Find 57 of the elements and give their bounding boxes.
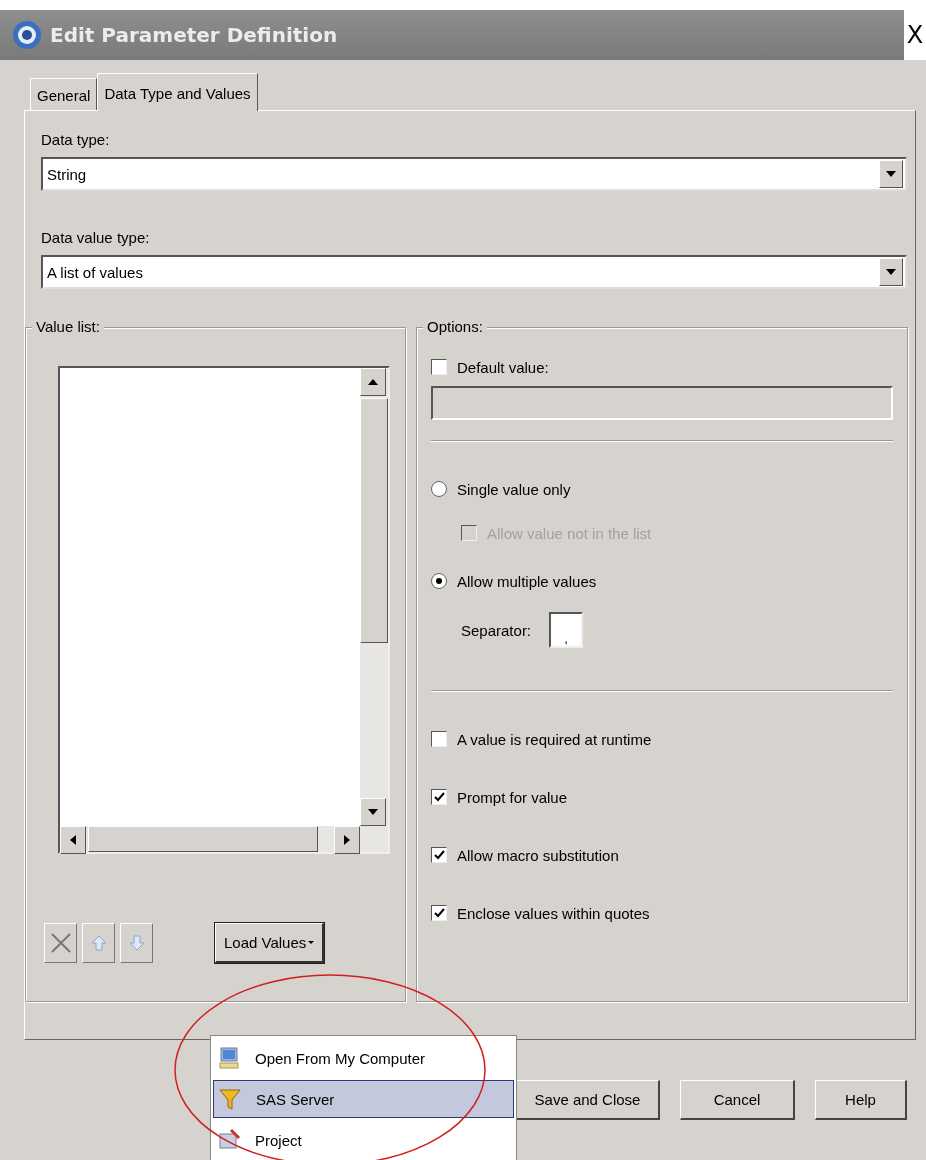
dialog-button[interactable]: Help: [815, 1080, 907, 1120]
delete-icon: [48, 931, 73, 955]
separator-label: Separator:: [461, 621, 532, 639]
check-icon: [433, 850, 445, 860]
computer-icon: [217, 1046, 241, 1070]
dropdown-arrow-icon: [885, 170, 897, 178]
load-values-button[interactable]: Load Values: [215, 923, 325, 963]
check-icon: [433, 908, 445, 918]
checkbox[interactable]: [431, 359, 447, 375]
radio-button[interactable]: [431, 573, 447, 589]
check-icon: [433, 792, 445, 802]
move-down-button[interactable]: [120, 923, 153, 963]
field-label: Data value type:: [41, 229, 151, 248]
down-arrow-icon: [128, 935, 145, 951]
checkbox-label: A value is required at runtime: [457, 730, 652, 748]
scroll-up-icon: [367, 378, 379, 386]
checkbox-label: Prompt for value: [457, 788, 568, 806]
group-label: Value list:: [32, 318, 104, 335]
vertical-scrollbar[interactable]: [360, 368, 388, 826]
radio-label: Single value only: [457, 480, 571, 498]
separator-field[interactable]: ,: [549, 612, 584, 648]
tab[interactable]: General: [30, 78, 98, 110]
checkbox-label: Allow macro substitution: [457, 846, 619, 864]
checkbox-label: Enclose values within quotes: [457, 904, 650, 922]
dropdown[interactable]: String: [41, 157, 907, 191]
menu-item[interactable]: SAS Server: [213, 1080, 514, 1118]
up-arrow-icon: [90, 935, 107, 951]
checkbox[interactable]: [431, 789, 447, 805]
menu-item[interactable]: Open From My Computer: [213, 1039, 514, 1077]
checkbox[interactable]: [431, 847, 447, 863]
window-title: Edit Parameter Definition: [50, 23, 339, 47]
dropdown-arrow-icon: [885, 268, 897, 276]
scroll-left-icon: [69, 834, 77, 846]
dialog-button[interactable]: Save and Close: [516, 1080, 660, 1120]
horizontal-scrollbar[interactable]: [60, 826, 388, 852]
close-button[interactable]: X: [904, 10, 926, 60]
checkbox-label: Default value:: [457, 358, 549, 376]
group-label: Options:: [423, 318, 487, 335]
radio-label: Allow multiple values: [457, 572, 597, 590]
menu-item[interactable]: Project: [213, 1121, 514, 1159]
radio-button[interactable]: [431, 481, 447, 497]
checkbox[interactable]: [431, 731, 447, 747]
move-up-button[interactable]: [82, 923, 115, 963]
checkbox[interactable]: [431, 905, 447, 921]
scroll-thumb[interactable]: [88, 826, 318, 852]
funnel-icon: [218, 1087, 242, 1111]
dialog-button[interactable]: Cancel: [680, 1080, 795, 1120]
project-icon: [217, 1128, 241, 1152]
scroll-down-icon: [367, 808, 379, 816]
field-label: Data type:: [41, 131, 111, 150]
delete-button[interactable]: [44, 923, 77, 963]
scroll-thumb[interactable]: [360, 398, 388, 643]
scroll-right-icon: [343, 834, 351, 846]
tab[interactable]: Data Type and Values: [97, 73, 258, 111]
caret-icon: [308, 940, 315, 945]
dropdown[interactable]: A list of values: [41, 255, 907, 289]
app-icon: [12, 20, 42, 50]
